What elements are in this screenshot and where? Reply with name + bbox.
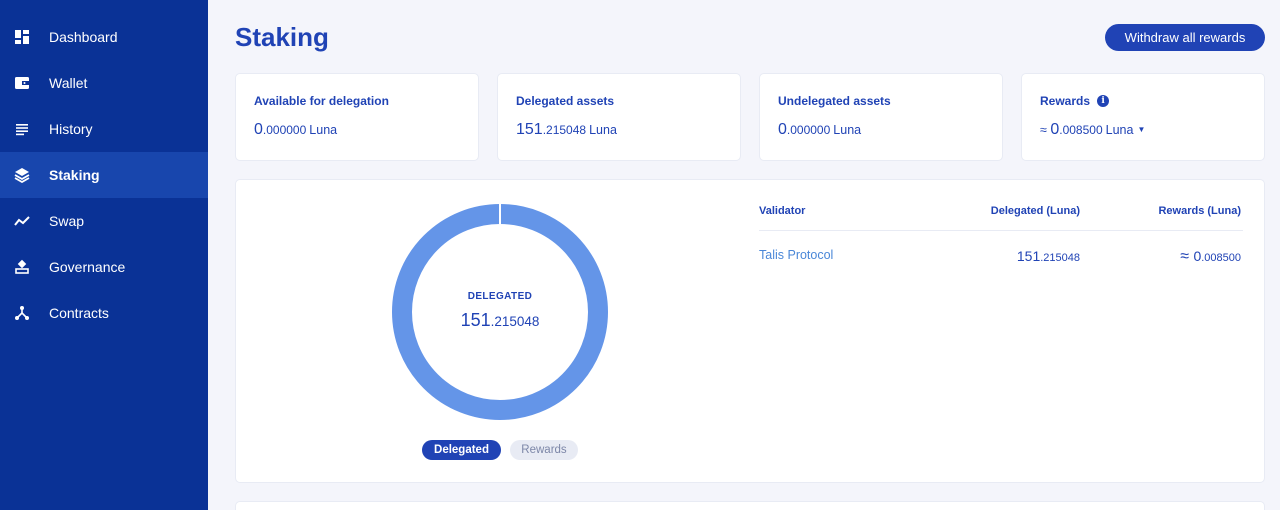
info-icon[interactable]: i [1097, 95, 1110, 107]
swap-icon [14, 213, 30, 229]
sidebar-item-staking[interactable]: Staking [0, 152, 208, 198]
card-title: Available for delegation [254, 94, 389, 108]
dashboard-icon [14, 29, 30, 45]
available-card: Available for delegation 0.000000 Luna [235, 73, 479, 161]
tab-delegated[interactable]: Delegated [422, 440, 501, 460]
card-value: 0.000000 Luna [254, 121, 338, 138]
bottom-panel [235, 501, 1265, 510]
validator-link[interactable]: Talis Protocol [759, 248, 833, 262]
contracts-icon [14, 305, 30, 321]
sidebar-item-label: Dashboard [49, 29, 118, 45]
card-value: 151.215048 Luna [516, 121, 617, 138]
card-title: Delegated assets [516, 94, 615, 108]
delegation-panel: DELEGATED 151.215048 Delegated Rewards V… [235, 179, 1265, 483]
sidebar-item-label: Contracts [49, 305, 109, 321]
card-title: Undelegated assets [778, 94, 891, 108]
rewards-currency-dropdown[interactable]: ≈ 0.008500 Luna ▼ [1040, 121, 1145, 139]
tab-rewards[interactable]: Rewards [510, 440, 578, 460]
history-icon [14, 121, 30, 137]
rewards-card: Rewards i ≈ 0.008500 Luna ▼ [1021, 73, 1265, 161]
sidebar-item-label: Swap [49, 213, 85, 229]
sidebar-item-governance[interactable]: Governance [0, 244, 208, 290]
sidebar-item-wallet[interactable]: Wallet [0, 60, 208, 106]
chevron-down-icon: ▼ [1137, 125, 1146, 134]
sidebar-item-contracts[interactable]: Contracts [0, 290, 208, 336]
staking-icon [14, 167, 30, 183]
card-title: Rewards i [1040, 94, 1110, 108]
column-header-rewards: Rewards (Luna) [1158, 205, 1241, 217]
sidebar-item-label: History [49, 121, 93, 137]
delegated-card: Delegated assets 151.215048 Luna [497, 73, 741, 161]
donut-value: 151.215048 [460, 310, 540, 330]
delegated-amount: 151.215048 [1016, 248, 1080, 264]
sidebar-item-dashboard[interactable]: Dashboard [0, 14, 208, 60]
sidebar-item-label: Governance [49, 259, 126, 275]
rewards-amount: ≈ 0.008500 [1180, 248, 1241, 265]
sidebar-item-history[interactable]: History [0, 106, 208, 152]
donut-label: DELEGATED [467, 291, 533, 302]
column-header-delegated: Delegated (Luna) [990, 205, 1080, 217]
table-divider [759, 230, 1243, 231]
sidebar-item-label: Wallet [49, 75, 88, 91]
card-value: 0.000000 Luna [778, 121, 862, 138]
column-header-validator: Validator [759, 205, 806, 217]
sidebar-item-swap[interactable]: Swap [0, 198, 208, 244]
withdraw-all-rewards-button[interactable]: Withdraw all rewards [1105, 24, 1265, 51]
wallet-icon [14, 75, 30, 91]
undelegated-card: Undelegated assets 0.000000 Luna [759, 73, 1003, 161]
governance-icon [14, 259, 30, 275]
sidebar-item-label: Staking [49, 167, 100, 183]
page-title: Staking [235, 22, 329, 52]
sidebar: Dashboard Wallet History Staking Swap Go… [0, 0, 208, 510]
